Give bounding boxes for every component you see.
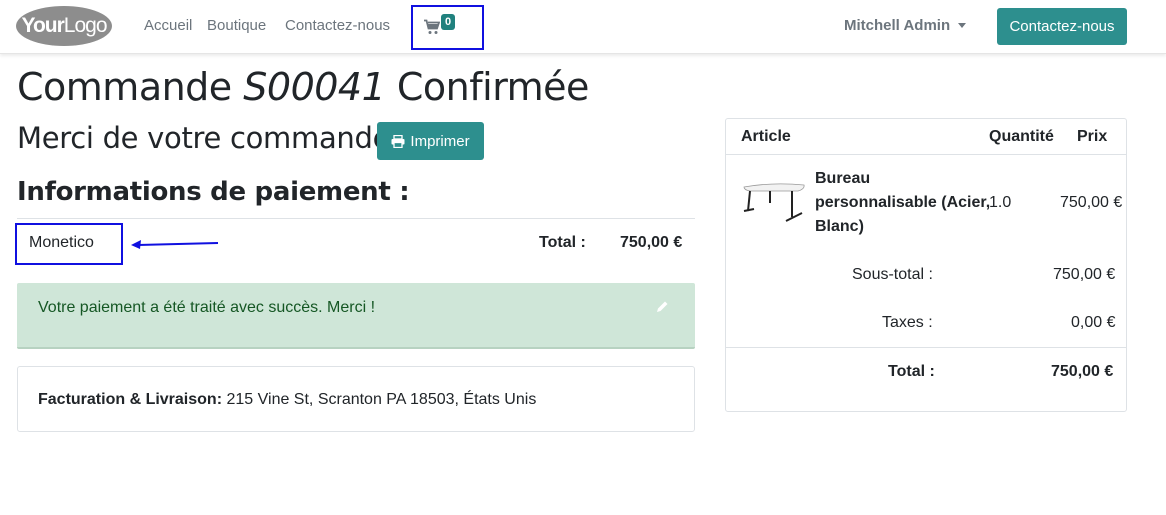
thank-you-message: Merci de votre commande.: [17, 121, 400, 155]
success-message: Votre paiement a été traité avec succès.…: [38, 299, 376, 316]
product-name: Bureau personnalisable (Acier, Blanc): [815, 170, 991, 235]
taxes-label: Taxes :: [882, 314, 933, 331]
order-summary-card: Article Quantité Prix Bureau personnalis…: [725, 118, 1127, 412]
divider: [726, 347, 1126, 348]
print-button[interactable]: Imprimer: [377, 122, 484, 160]
divider: [17, 218, 695, 219]
column-header-quantity: Quantité: [989, 128, 1054, 145]
product-quantity: 1.0: [989, 194, 1012, 211]
total-label: Total :: [888, 363, 935, 380]
billing-address-value: 215 Vine St, Scranton PA 18503, États Un…: [226, 391, 537, 408]
print-label: Imprimer: [410, 132, 470, 150]
arrow-annotation: [131, 240, 219, 249]
site-logo[interactable]: YourLogo: [16, 6, 112, 46]
title-prefix: Commande: [17, 65, 232, 109]
billing-label: Facturation & Livraison:: [38, 391, 223, 408]
product-price: 750,00 €: [1060, 194, 1123, 211]
order-reference: S00041: [243, 65, 386, 109]
printer-icon: [391, 134, 405, 148]
logo-text: YourLogo: [21, 14, 108, 37]
billing-address: Facturation & Livraison: 215 Vine St, Sc…: [38, 391, 536, 409]
taxes-value: 0,00 €: [1071, 314, 1116, 331]
payment-heading: Informations de paiement :: [17, 177, 410, 207]
page-title: Commande S00041 Confirmée: [17, 65, 597, 109]
billing-shipping-card: Facturation & Livraison: 215 Vine St, Sc…: [17, 366, 695, 432]
nav-link-boutique[interactable]: Boutique: [207, 17, 266, 34]
product-image: [743, 183, 805, 222]
cart-link[interactable]: 0: [411, 5, 484, 50]
cart-count-badge: 0: [441, 14, 456, 30]
payment-total-value: 750,00 €: [620, 234, 683, 251]
shopping-cart-icon: [424, 19, 440, 34]
nav-link-contact[interactable]: Contactez-nous: [285, 17, 390, 34]
payment-method: Monetico: [29, 234, 94, 251]
total-value: 750,00 €: [1051, 363, 1114, 380]
summary-table-header: Article Quantité Prix: [726, 119, 1126, 155]
nav-link-accueil[interactable]: Accueil: [144, 17, 192, 34]
pencil-icon[interactable]: [656, 300, 669, 313]
subtotal-value: 750,00 €: [1053, 266, 1116, 283]
column-header-price: Prix: [1077, 128, 1108, 145]
user-menu-dropdown[interactable]: Mitchell Admin: [844, 17, 967, 34]
payment-success-alert: Votre paiement a été traité avec succès.…: [17, 283, 695, 349]
payment-total-label: Total :: [539, 234, 586, 251]
subtotal-label: Sous-total :: [852, 266, 933, 283]
user-name: Mitchell Admin: [844, 17, 951, 34]
contact-button[interactable]: Contactez-nous: [997, 8, 1127, 45]
caret-down-icon: [958, 23, 967, 28]
column-header-article: Article: [741, 128, 791, 145]
order-status: Confirmée: [392, 65, 597, 109]
top-navbar: YourLogo Accueil Boutique Contactez-nous…: [0, 0, 1166, 54]
